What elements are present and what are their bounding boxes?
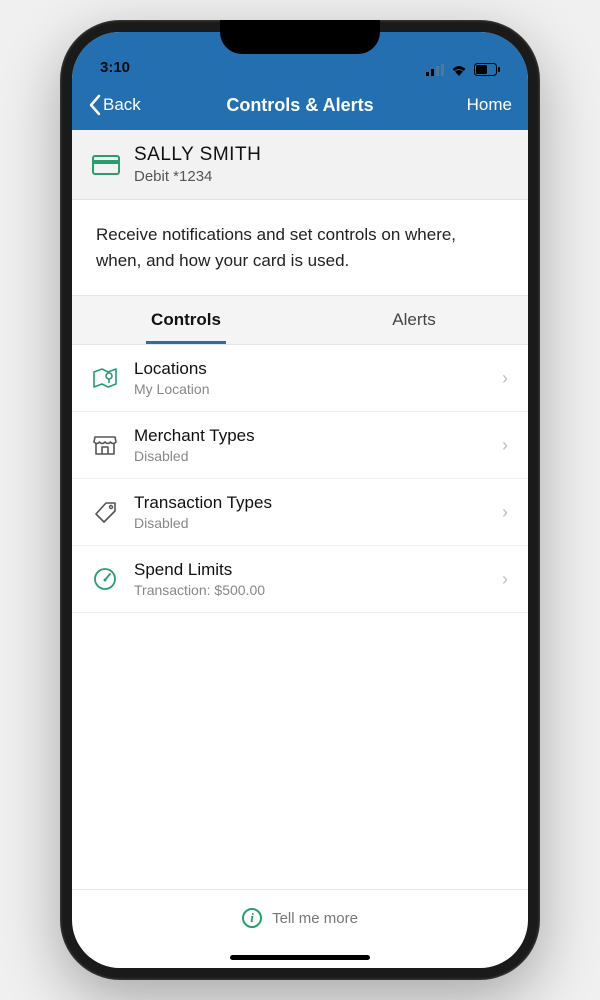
screen: 3:10 Back Controls & Alerts [72, 32, 528, 968]
status-time: 3:10 [100, 59, 130, 76]
tag-icon [92, 499, 118, 525]
store-icon [92, 432, 118, 458]
list-item-merchant-types[interactable]: Merchant Types Disabled › [72, 412, 528, 479]
list-item-transaction-types[interactable]: Transaction Types Disabled › [72, 479, 528, 546]
gauge-icon [92, 566, 118, 592]
controls-list: Locations My Location › Merchant Types D… [72, 345, 528, 889]
chevron-right-icon: › [502, 502, 508, 523]
back-button[interactable]: Back [88, 94, 141, 116]
list-item-title: Spend Limits [134, 560, 486, 580]
tab-alerts[interactable]: Alerts [300, 296, 528, 344]
chevron-right-icon: › [502, 368, 508, 389]
home-indicator[interactable] [230, 955, 370, 960]
list-item-spend-limits[interactable]: Spend Limits Transaction: $500.00 › [72, 546, 528, 613]
info-icon: i [242, 908, 262, 928]
list-item-locations[interactable]: Locations My Location › [72, 345, 528, 412]
list-item-sub: Disabled [134, 448, 486, 464]
list-item-sub: Disabled [134, 515, 486, 531]
list-item-title: Merchant Types [134, 426, 486, 446]
chevron-left-icon [88, 94, 101, 116]
chevron-right-icon: › [502, 435, 508, 456]
list-item-title: Locations [134, 359, 486, 379]
back-label: Back [103, 95, 141, 115]
list-item-title: Transaction Types [134, 493, 486, 513]
card-icon [92, 155, 120, 175]
nav-bar: Back Controls & Alerts Home [72, 80, 528, 130]
page-title: Controls & Alerts [226, 95, 373, 116]
list-item-sub: Transaction: $500.00 [134, 582, 486, 598]
list-item-sub: My Location [134, 381, 486, 397]
device-notch [220, 20, 380, 54]
tabs: Controls Alerts [72, 295, 528, 345]
card-summary: SALLY SMITH Debit *1234 [72, 130, 528, 200]
home-button[interactable]: Home [467, 95, 512, 115]
description-text: Receive notifications and set controls o… [72, 200, 528, 295]
chevron-right-icon: › [502, 569, 508, 590]
footer-label: Tell me more [272, 910, 358, 927]
cellular-icon [426, 64, 444, 76]
cardholder-name: SALLY SMITH [134, 144, 261, 166]
card-number: Debit *1234 [134, 168, 261, 185]
status-icons [426, 63, 500, 76]
wifi-icon [450, 63, 468, 76]
tab-controls[interactable]: Controls [72, 296, 300, 344]
map-pin-icon [92, 365, 118, 391]
phone-frame: 3:10 Back Controls & Alerts [60, 20, 540, 980]
battery-icon [474, 63, 500, 76]
